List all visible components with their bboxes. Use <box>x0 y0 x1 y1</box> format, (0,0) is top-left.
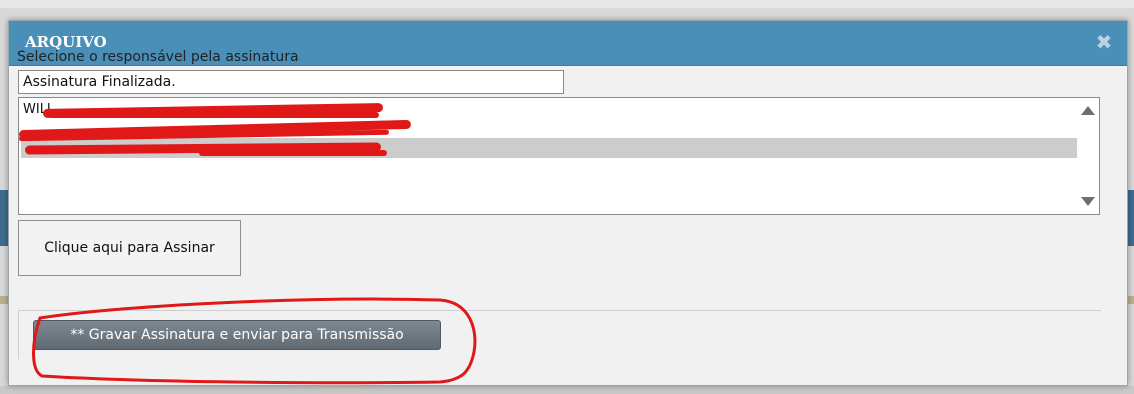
redaction-mark <box>199 150 387 156</box>
arrow-down-icon[interactable] <box>1081 197 1095 206</box>
status-field[interactable] <box>18 70 564 94</box>
save-and-transmit-button[interactable]: ** Gravar Assinatura e enviar para Trans… <box>33 320 441 350</box>
redaction-mark <box>49 112 379 118</box>
signer-listbox[interactable]: WILL <box>18 97 1100 215</box>
sign-button[interactable]: Clique aqui para Assinar <box>18 220 241 276</box>
close-icon[interactable]: ✖ <box>1093 30 1115 54</box>
background-page <box>0 0 1134 8</box>
signer-select-label: Selecione o responsável pela assinatura <box>17 49 299 65</box>
background-page <box>0 386 1134 394</box>
arrow-up-icon[interactable] <box>1081 106 1095 115</box>
